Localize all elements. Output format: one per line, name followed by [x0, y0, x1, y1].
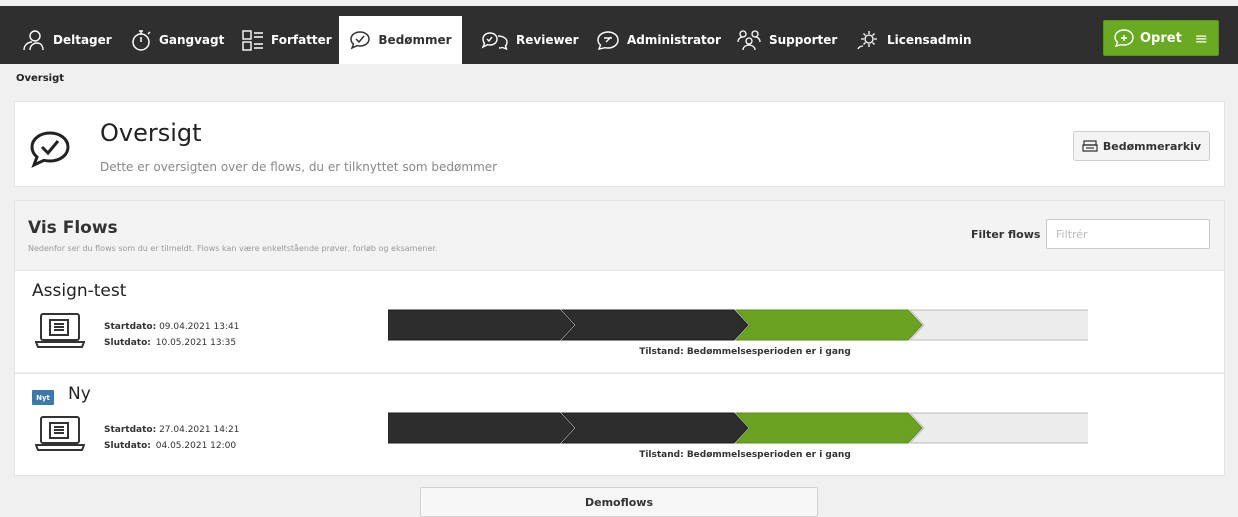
flow-row[interactable]: Nyt Ny Startdato: 27.04.2021 14:21 Slutd…	[15, 373, 1224, 475]
flows-panel: Vis Flows Nedenfor ser du flows som du e…	[14, 200, 1225, 476]
tab-forfatter[interactable]: Forfatter	[242, 16, 332, 64]
check-bubble-icon	[30, 131, 70, 168]
filter-label: Filter flows	[971, 228, 1041, 241]
archive-button-label: Bedømmerarkiv	[1102, 139, 1202, 153]
gear-icon	[857, 31, 877, 50]
laptop-icon	[35, 313, 85, 348]
flows-title: Vis Flows	[28, 218, 118, 238]
tab-supporter[interactable]: Supporter	[736, 16, 837, 64]
tab-label: Licensadmin	[887, 33, 972, 47]
progress-step-active	[734, 412, 923, 444]
stopwatch-icon	[132, 30, 151, 51]
flow-name[interactable]: Assign-test	[32, 281, 126, 301]
start-label: Startdato:	[104, 322, 157, 332]
top-nav: Deltager Gangvagt Forfatter Bedømmer Rev…	[0, 0, 1238, 64]
hamburger-menu-icon[interactable]: ≡	[1195, 29, 1208, 48]
progress-step-done	[560, 412, 749, 444]
end-date: 10.05.2021 13:35	[155, 338, 237, 348]
tab-deltager[interactable]: Deltager	[20, 16, 112, 64]
progress-step-done	[388, 412, 575, 444]
archive-button[interactable]: Bedømmerarkiv	[1073, 131, 1210, 161]
progress-step-pending	[908, 309, 1088, 341]
supporter-icon	[737, 30, 761, 51]
tab-label: Supporter	[769, 33, 838, 47]
create-label: Opret	[1140, 30, 1182, 46]
end-date: 04.05.2021 12:00	[155, 441, 237, 451]
flow-dates: Startdato: 27.04.2021 14:21 Slutdato: 04…	[104, 422, 239, 454]
tab-bedommer[interactable]: Bedømmer	[339, 16, 462, 64]
start-date: 09.04.2021 13:41	[159, 322, 240, 332]
flow-dates: Startdato: 09.04.2021 13:41 Slutdato: 10…	[104, 319, 239, 351]
tab-label: Administrator	[627, 33, 721, 47]
progress-step-active	[734, 309, 923, 341]
filter-input[interactable]	[1046, 219, 1210, 249]
archive-icon	[1082, 140, 1098, 152]
progress-step-pending	[908, 412, 1088, 444]
page-subtitle: Dette er oversigten over de flows, du er…	[100, 160, 498, 174]
progress-step-done	[388, 309, 575, 341]
tab-label: Reviewer	[516, 33, 579, 47]
top-strip	[0, 0, 1238, 6]
new-badge: Nyt	[32, 390, 54, 405]
tab-label: Gangvagt	[159, 33, 225, 47]
tab-reviewer[interactable]: Reviewer	[481, 16, 579, 64]
tab-administrator[interactable]: Administrator	[596, 16, 721, 64]
flows-subtitle: Nedenfor ser du flows som du er tilmeldt…	[28, 244, 438, 253]
create-icon	[1114, 29, 1134, 47]
progress-step-done	[560, 309, 749, 341]
tab-label: Bedømmer	[378, 33, 452, 47]
create-button[interactable]: Opret ≡	[1103, 20, 1219, 56]
start-date: 27.04.2021 14:21	[159, 425, 240, 435]
end-label: Slutdato:	[104, 441, 151, 451]
end-label: Slutdato:	[104, 338, 151, 348]
start-label: Startdato:	[104, 425, 157, 435]
tab-label: Forfatter	[271, 33, 332, 47]
review-icon	[481, 32, 508, 50]
progress-steps	[388, 309, 1088, 341]
flow-name[interactable]: Ny	[68, 384, 91, 404]
laptop-icon	[35, 416, 85, 451]
flow-state: Tilstand: Bedømmelsesperioden er i gang	[639, 347, 851, 357]
admin-icon	[597, 31, 619, 50]
overview-header: Oversigt Dette er oversigten over de flo…	[14, 101, 1225, 187]
tab-label: Deltager	[53, 33, 112, 47]
breadcrumb[interactable]: Oversigt	[16, 73, 64, 84]
progress-steps	[388, 412, 1088, 444]
flow-state: Tilstand: Bedømmelsesperioden er i gang	[639, 450, 851, 460]
author-icon	[242, 30, 263, 51]
tab-gangvagt[interactable]: Gangvagt	[130, 16, 224, 64]
page-title: Oversigt	[100, 119, 202, 147]
demoflows-button[interactable]: Demoflows	[420, 487, 818, 517]
participant-icon	[23, 30, 44, 51]
check-bubble-icon	[350, 31, 371, 50]
flow-row[interactable]: Assign-test Startdato: 09.04.2021 13:41 …	[15, 270, 1224, 372]
tab-licensadmin[interactable]: Licensadmin	[856, 16, 972, 64]
